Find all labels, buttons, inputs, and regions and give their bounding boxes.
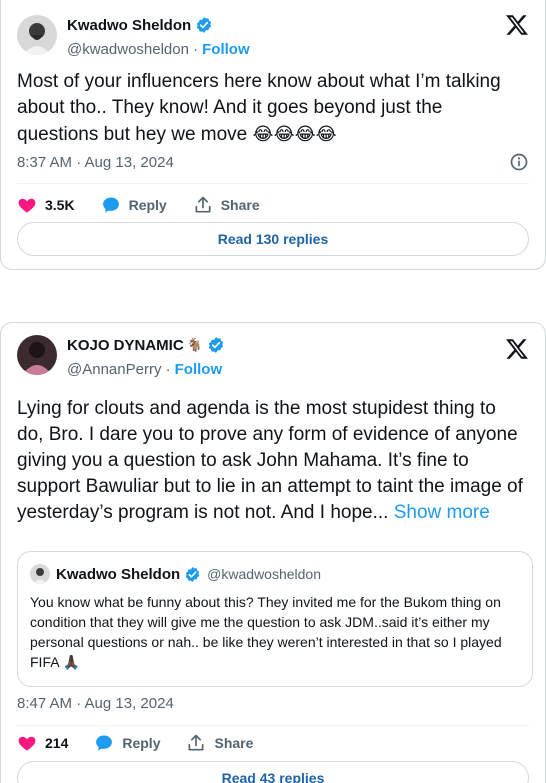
- timestamp[interactable]: 8:37 AM · Aug 13, 2024: [17, 154, 174, 171]
- tweet-timestamp-row: 8:47 AM · Aug 13, 2024: [17, 695, 529, 712]
- action-bar: 214 Reply Share: [17, 733, 279, 753]
- share-icon: [188, 734, 204, 751]
- read-replies-button[interactable]: Read 130 replies: [17, 222, 529, 256]
- quoted-author-handle: @kwadwosheldon: [207, 566, 322, 582]
- avatar[interactable]: [17, 335, 57, 375]
- share-button[interactable]: Share: [193, 195, 260, 215]
- avatar: [30, 564, 50, 584]
- heart-icon: [18, 736, 36, 751]
- reply-button[interactable]: Reply: [94, 733, 160, 753]
- follow-button[interactable]: Follow: [175, 361, 223, 378]
- reply-bubble-icon: [96, 735, 113, 751]
- divider: [17, 183, 529, 184]
- like-button[interactable]: 3.5K: [17, 195, 75, 215]
- show-more-link[interactable]: Show more: [394, 502, 490, 523]
- goat-emoji: 🐐: [186, 337, 203, 352]
- verified-badge-icon: [184, 566, 201, 583]
- tweet-card-2: KOJO DYNAMIC 🐐 @AnnanPerry · Follow Lyin…: [0, 322, 546, 783]
- tweet-text: Lying for clouts and agenda is the most …: [17, 398, 523, 523]
- divider: [17, 725, 529, 726]
- tweet-timestamp-row: 8:37 AM · Aug 13, 2024: [17, 152, 529, 172]
- quoted-tweet-text: You know what be funny about this? They …: [30, 594, 502, 670]
- laughing-emoji: 😂😂😂😂: [252, 124, 337, 144]
- reply-bubble-icon: [102, 197, 119, 213]
- tweet-text: Most of your influencers here know about…: [17, 71, 501, 145]
- x-logo-icon[interactable]: [505, 13, 529, 42]
- quoted-author-name: Kwadwo Sheldon: [56, 565, 181, 583]
- verified-badge-icon: [207, 336, 225, 354]
- tweet-header: Kwadwo Sheldon @kwadwosheldon · Follow: [17, 15, 250, 59]
- action-bar: 3.5K Reply Share: [17, 195, 286, 215]
- avatar[interactable]: [17, 15, 57, 55]
- like-button[interactable]: 214: [17, 733, 68, 753]
- praying-hands-emoji: 🙏🏿: [62, 654, 81, 670]
- read-replies-button[interactable]: Read 43 replies: [17, 761, 529, 783]
- verified-badge-icon: [195, 16, 213, 34]
- author-handle[interactable]: @AnnanPerry: [67, 361, 161, 378]
- like-count: 3.5K: [45, 197, 75, 213]
- author-name[interactable]: KOJO DYNAMIC: [67, 337, 184, 354]
- tweet-header: KOJO DYNAMIC 🐐 @AnnanPerry · Follow: [17, 335, 225, 379]
- author-name[interactable]: Kwadwo Sheldon: [67, 17, 191, 34]
- tweet-card-1: Kwadwo Sheldon @kwadwosheldon · Follow M…: [0, 0, 546, 270]
- author-handle[interactable]: @kwadwosheldon: [67, 41, 189, 58]
- info-icon[interactable]: [509, 152, 529, 172]
- heart-icon: [18, 198, 36, 213]
- share-icon: [195, 196, 211, 213]
- follow-button[interactable]: Follow: [202, 41, 250, 58]
- like-count: 214: [45, 735, 69, 751]
- share-button[interactable]: Share: [186, 733, 253, 753]
- x-logo-icon[interactable]: [505, 337, 529, 366]
- reply-button[interactable]: Reply: [101, 195, 167, 215]
- quoted-tweet[interactable]: Kwadwo Sheldon @kwadwosheldon You know w…: [17, 551, 533, 687]
- timestamp[interactable]: 8:47 AM · Aug 13, 2024: [17, 695, 174, 712]
